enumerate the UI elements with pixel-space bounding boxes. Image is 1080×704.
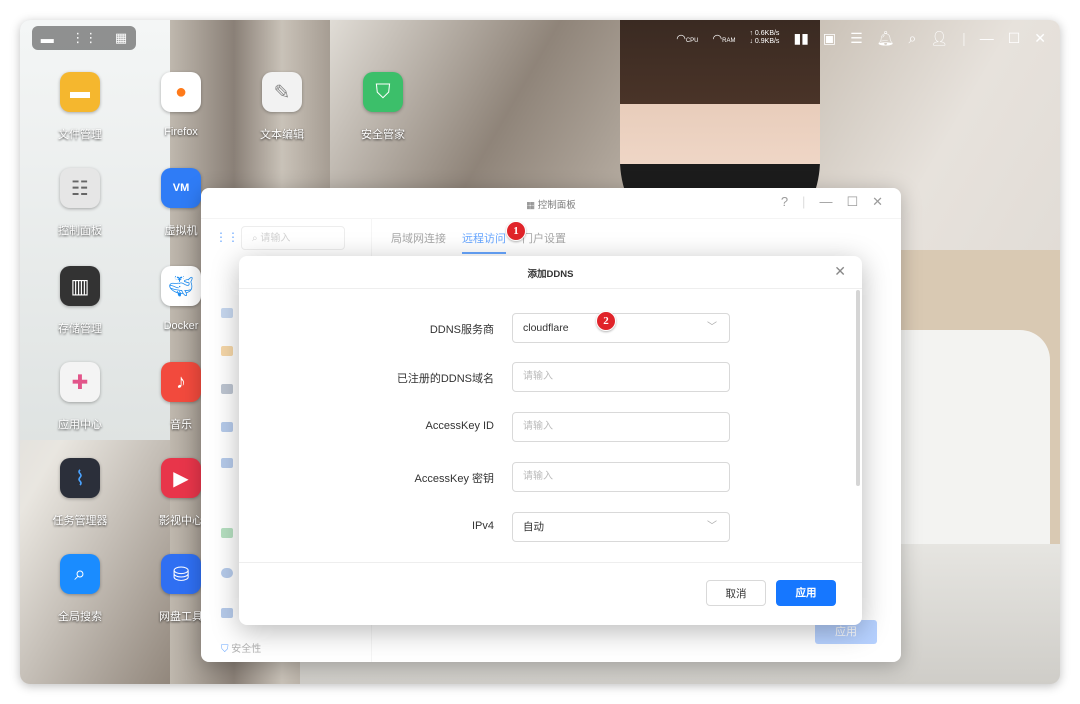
ddns-domain-label: 已注册的DDNS域名 bbox=[396, 373, 494, 385]
app-grid-icon[interactable]: ⋮⋮ bbox=[71, 30, 97, 46]
annotation-badge-2: 2 bbox=[596, 311, 616, 331]
desktop-icon-app-center[interactable]: ✚ 应用中心 bbox=[35, 362, 125, 432]
desktop-icon-text-editor[interactable]: ✎ 文本编辑 bbox=[237, 72, 327, 142]
search-icon[interactable]: ⌕ bbox=[908, 30, 916, 47]
shield-icon: ⛉ bbox=[363, 72, 403, 112]
form-row-ddns-provider: DDNS服务商 cloudflare ﹀ bbox=[239, 313, 862, 343]
form-row-accesskey-id: AccessKey ID 请输入 bbox=[239, 412, 862, 442]
desktop-icon-firefox[interactable]: ● Firefox bbox=[136, 72, 226, 138]
divider: | bbox=[962, 30, 966, 46]
minimize-icon[interactable]: — bbox=[980, 30, 994, 46]
cancel-button[interactable]: 取消 bbox=[706, 580, 766, 606]
desktop-icon-control-panel[interactable]: ☷ 控制面板 bbox=[35, 168, 125, 238]
text-editor-icon: ✎ bbox=[262, 72, 302, 112]
cpu-gauge-icon[interactable]: ◠CPU bbox=[676, 32, 698, 45]
chevron-down-icon: ﹀ bbox=[707, 521, 717, 532]
list-icon[interactable]: ☰ bbox=[850, 30, 863, 47]
ddns-provider-select[interactable]: cloudflare ﹀ bbox=[512, 313, 730, 343]
network-speed: ↑ 0.6KB/s ↓ 0.9KB/s bbox=[749, 30, 779, 46]
desktop-icon-file-manager[interactable]: ▬ 文件管理 bbox=[35, 72, 125, 142]
ram-gauge-icon[interactable]: ◠RAM bbox=[713, 32, 736, 45]
desktop-icon-task-manager[interactable]: ⌇ 任务管理器 bbox=[35, 458, 125, 528]
ipv4-select[interactable]: 自动 ﹀ bbox=[512, 512, 730, 542]
dialog-title: 添加DDNS bbox=[527, 269, 574, 280]
accesskey-secret-input[interactable]: 请输入 bbox=[512, 462, 730, 492]
desktop-icon-security[interactable]: ⛉ 安全管家 bbox=[338, 72, 428, 142]
chevron-down-icon: ﹀ bbox=[707, 322, 717, 333]
docker-icon: 🐳︎ bbox=[161, 266, 201, 306]
accesskey-secret-label: AccessKey 密钥 bbox=[414, 473, 494, 485]
search-icon: ⌕ bbox=[60, 554, 100, 594]
task-manager-icon: ⌇ bbox=[60, 458, 100, 498]
user-icon[interactable]: 👤︎ bbox=[930, 30, 948, 47]
desktop-icon-global-search[interactable]: ⌕ 全局搜索 bbox=[35, 554, 125, 624]
ipv4-label: IPv4 bbox=[471, 520, 494, 532]
maximize-icon[interactable]: ☐ bbox=[1008, 30, 1021, 47]
net-up-speed: ↑ 0.6KB/s bbox=[749, 30, 780, 37]
desktop-show-icon[interactable]: ▬ bbox=[41, 31, 54, 46]
desktop-toolbar: ▬ ⋮⋮ ▦ bbox=[32, 26, 136, 50]
music-icon: ♪ bbox=[161, 362, 201, 402]
desktop-icon-storage[interactable]: ▥ 存储管理 bbox=[35, 266, 125, 336]
ddns-domain-input[interactable]: 请输入 bbox=[512, 362, 730, 392]
folder-icon: ▬ bbox=[60, 72, 100, 112]
add-ddns-dialog: 添加DDNS ✕ DDNS服务商 cloudflare ﹀ 已注册的DDNS域名… bbox=[239, 256, 862, 625]
firefox-icon: ● bbox=[161, 72, 201, 112]
bell-icon[interactable]: 🔔︎ bbox=[877, 30, 895, 47]
apply-button[interactable]: 应用 bbox=[776, 580, 836, 606]
widget-icon[interactable]: ▦ bbox=[115, 30, 127, 46]
netdisk-icon: ⛁ bbox=[161, 554, 201, 594]
dialog-scrollbar[interactable] bbox=[856, 290, 860, 486]
monitor-icon[interactable]: ▣ bbox=[823, 30, 836, 47]
form-row-accesskey-secret: AccessKey 密钥 请输入 bbox=[239, 462, 862, 492]
form-row-ipv4: IPv4 自动 ﹀ bbox=[239, 512, 862, 542]
dialog-header: 添加DDNS ✕ bbox=[239, 256, 862, 289]
accesskey-id-input[interactable]: 请输入 bbox=[512, 412, 730, 442]
accesskey-id-label: AccessKey ID bbox=[425, 420, 494, 432]
control-panel-icon: ☷ bbox=[60, 168, 100, 208]
video-center-icon: ▶ bbox=[161, 458, 201, 498]
net-down-speed: ↓ 0.9KB/s bbox=[749, 38, 780, 45]
annotation-badge-1: 1 bbox=[506, 221, 526, 241]
close-icon[interactable]: ✕ bbox=[834, 263, 846, 280]
dialog-footer: 取消 应用 bbox=[239, 562, 862, 625]
panel-icon[interactable]: ▮▮ bbox=[793, 30, 808, 47]
system-tray: ◠CPU ◠RAM ↑ 0.6KB/s ↓ 0.9KB/s ▮▮ ▣ ☰ 🔔︎ … bbox=[676, 26, 1046, 50]
close-icon[interactable]: ✕ bbox=[1034, 30, 1046, 47]
ddns-provider-label: DDNS服务商 bbox=[429, 324, 494, 336]
storage-icon: ▥ bbox=[60, 266, 100, 306]
app-center-icon: ✚ bbox=[60, 362, 100, 402]
form-row-ddns-domain: 已注册的DDNS域名 请输入 bbox=[239, 362, 862, 392]
vm-icon: VM bbox=[161, 168, 201, 208]
